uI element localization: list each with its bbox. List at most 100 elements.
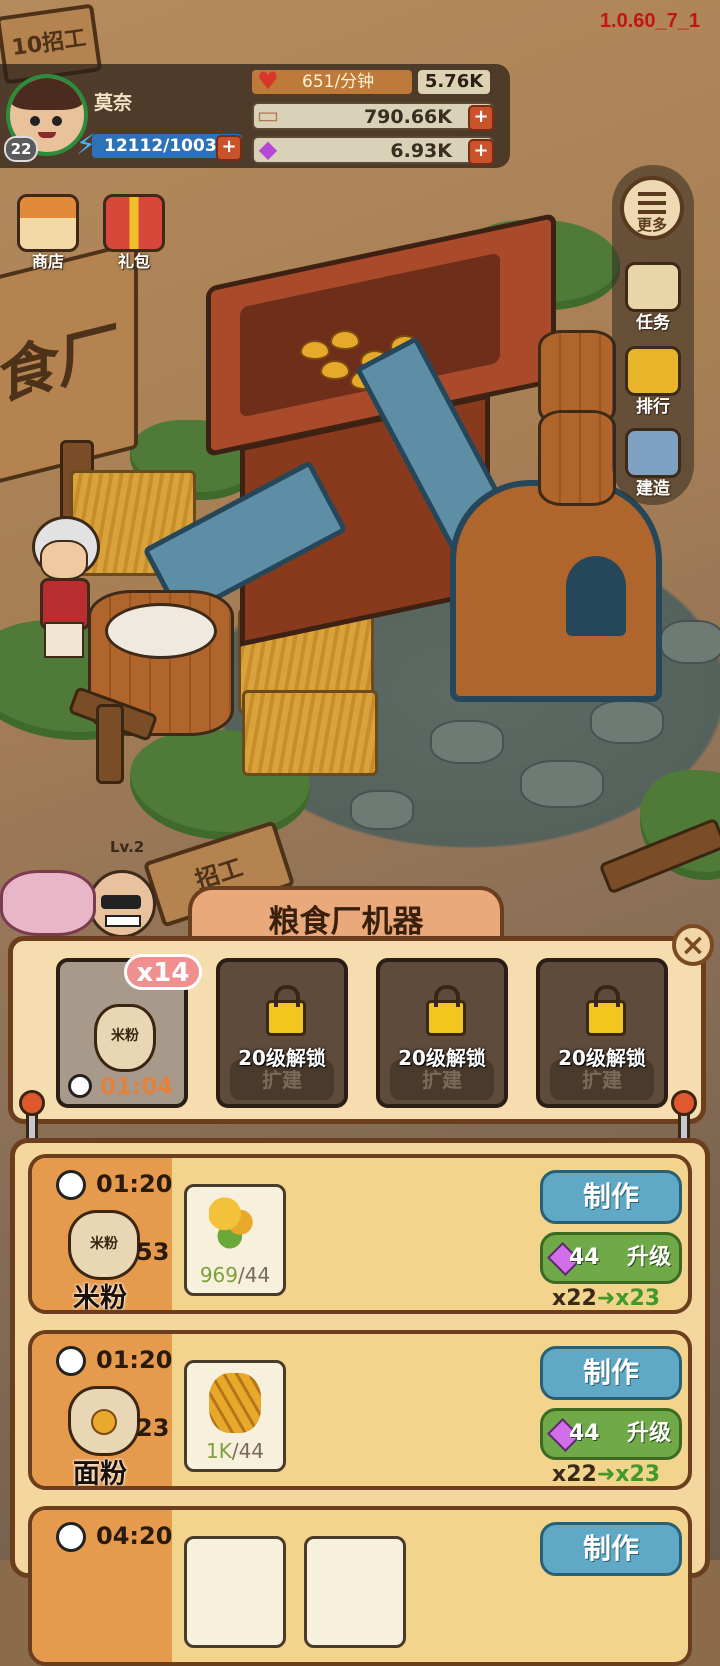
slot-timer: 01:04 [100, 1074, 174, 1100]
multiplier-to: x23 [615, 1462, 661, 1487]
clock-icon [56, 1170, 86, 1200]
rod-cap [671, 1090, 697, 1116]
unlock-label: 20级解锁 [558, 1046, 646, 1070]
multiplier-from: x22 [552, 1462, 597, 1487]
wheat-flour-sack-icon [68, 1386, 140, 1456]
menu-icon [638, 192, 666, 214]
arrow-right-icon: ➜ [596, 1286, 616, 1311]
upgrade-cost: 44 [569, 1245, 600, 1270]
worker-face [40, 540, 88, 580]
gem-bar: 6.93K [252, 136, 494, 164]
npc-glasses [101, 895, 141, 909]
build-button[interactable]: 建造 [616, 428, 690, 499]
upgrade-cost: 44 [569, 1421, 600, 1446]
npc-level: Lv.2 [110, 838, 145, 856]
stone-tile [350, 790, 414, 830]
upgrade-button[interactable]: 44 升级 [540, 1408, 682, 1460]
add-money-button[interactable]: + [468, 105, 494, 131]
energy-value: 12112/1003 [104, 136, 217, 156]
gift-icon [103, 194, 165, 252]
grain [330, 330, 360, 350]
npc-teeth [105, 915, 141, 927]
grain [320, 360, 350, 380]
ingredient-slot[interactable] [304, 1536, 406, 1648]
add-gem-button[interactable]: + [468, 139, 494, 165]
queue-count-badge: x14 [124, 954, 202, 990]
output-window [566, 556, 626, 636]
flower-bush [0, 870, 96, 936]
gem-icon: ◆ [258, 135, 278, 163]
more-label: 更多 [636, 216, 667, 234]
rod-cap [19, 1090, 45, 1116]
stone-tile [520, 760, 604, 808]
ingredient-have: 969 [199, 1263, 238, 1287]
rank-label: 排行 [636, 397, 670, 417]
recipe-name: 米粉 [73, 1283, 127, 1314]
shop-label: 商店 [31, 252, 64, 271]
recipe-row: 04:20 制作 [28, 1506, 692, 1666]
shop-button[interactable]: 商店 [14, 194, 82, 272]
machine-slot-locked[interactable]: 扩建 20级解锁 [216, 958, 348, 1108]
heart-icon: ♥ [257, 67, 279, 95]
scroll-icon [625, 262, 681, 312]
machine-slot-locked[interactable]: 扩建 20级解锁 [376, 958, 508, 1108]
stone-tile [660, 620, 720, 664]
task-label: 任务 [636, 313, 670, 333]
fence-post [96, 704, 124, 784]
rice-flour-sack-icon: 米粉 [94, 1004, 156, 1072]
gem-value: 6.93K [390, 140, 452, 162]
money-icon: ▭ [256, 101, 280, 129]
stone-tile [430, 720, 504, 764]
stone-tile [590, 700, 664, 744]
arrow-right-icon: ➜ [596, 1462, 616, 1487]
unlock-label: 20级解锁 [238, 1046, 326, 1070]
lock-icon [586, 985, 626, 1036]
recipe-row: 01:20 23 面粉 1K/44 制作 44 升级 x22➜x23 [28, 1330, 692, 1490]
gift-label: 礼包 [117, 252, 150, 271]
gift-button[interactable]: 礼包 [100, 194, 168, 272]
worker-character[interactable] [26, 516, 100, 658]
multiplier-change: x22➜x23 [552, 1462, 688, 1487]
rice-flour-sack-icon: 米粉 [68, 1210, 140, 1280]
version-label: 1.0.60_7_1 [599, 10, 700, 32]
clock-icon [68, 1074, 92, 1098]
factory-sign-text: 食厂 [0, 314, 119, 414]
upgrade-label: 升级 [626, 1421, 671, 1446]
ingredient-need: /44 [238, 1263, 271, 1287]
upgrade-button[interactable]: 44 升级 [540, 1232, 682, 1284]
make-button[interactable]: 制作 [540, 1170, 682, 1224]
close-button[interactable]: × [672, 924, 714, 966]
rank-button[interactable]: 排行 [616, 346, 690, 417]
recipe-row: 01:20 米粉 53 米粉 969/44 制作 44 升级 x22➜x23 [28, 1154, 692, 1314]
add-energy-button[interactable]: + [216, 135, 242, 161]
task-button[interactable]: 任务 [616, 262, 690, 333]
worker-shorts [44, 622, 84, 658]
make-button[interactable]: 制作 [540, 1522, 682, 1576]
multiplier-to: x23 [615, 1286, 661, 1311]
ingredient-quantity: 969/44 [187, 1263, 283, 1287]
stacked-barrel [538, 410, 616, 506]
ingredient-quantity: 1K/44 [187, 1439, 283, 1463]
recipe-count: 53 [136, 1238, 170, 1266]
clock-icon [56, 1346, 86, 1376]
rice-pile [105, 603, 217, 659]
recipe-time: 01:20 [96, 1170, 173, 1198]
npc-avatar[interactable] [88, 870, 156, 938]
ingredient-need: /44 [231, 1439, 265, 1463]
avatar-eye [52, 116, 62, 126]
player-name: 莫奈 [94, 92, 133, 114]
make-button[interactable]: 制作 [540, 1346, 682, 1400]
build-label: 建造 [636, 479, 670, 499]
hammer-icon [625, 428, 681, 478]
rice-ear-icon [209, 1197, 261, 1253]
upgrade-label: 升级 [626, 1245, 671, 1270]
ingredient-slot[interactable]: 969/44 [184, 1184, 286, 1296]
hay-bale [242, 690, 378, 776]
sack-label: 米粉 [111, 1028, 139, 1044]
more-button[interactable]: 更多 [620, 176, 684, 240]
ingredient-slot[interactable]: 1K/44 [184, 1360, 286, 1472]
ingredient-slot[interactable] [184, 1536, 286, 1648]
shop-icon [17, 194, 79, 252]
machine-slot-locked[interactable]: 扩建 20级解锁 [536, 958, 668, 1108]
player-level-badge: 22 [4, 136, 38, 162]
